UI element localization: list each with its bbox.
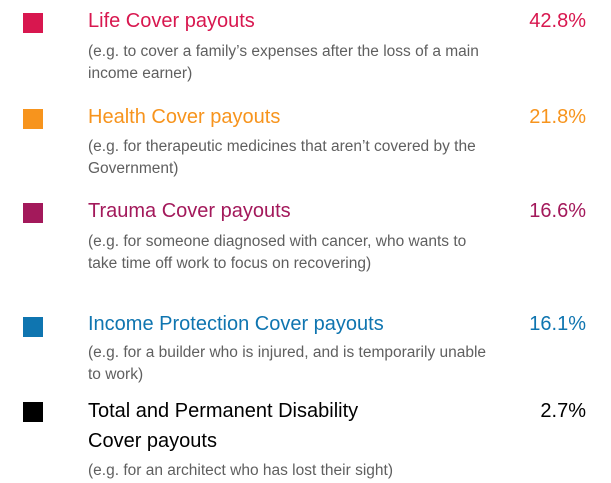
income-protection-cover-value: 16.1% bbox=[529, 313, 586, 335]
income-protection-cover-label: Income Protection Cover payouts bbox=[88, 313, 384, 335]
health-cover-value: 21.8% bbox=[529, 106, 586, 128]
trauma-cover-value: 16.6% bbox=[529, 200, 586, 222]
tpd-cover-description: (e.g. for an architect who has lost thei… bbox=[88, 462, 393, 479]
trauma-cover-swatch bbox=[23, 203, 43, 223]
trauma-cover-description: (e.g. for someone diagnosed with cancer,… bbox=[88, 233, 467, 272]
trauma-cover-label: Trauma Cover payouts bbox=[88, 200, 291, 222]
payout-legend: Life Cover payouts 42.8% (e.g. to cover … bbox=[0, 0, 611, 483]
tpd-cover-label-line-2: Cover payouts bbox=[88, 430, 217, 452]
life-cover-label: Life Cover payouts bbox=[88, 10, 255, 32]
tpd-cover-label-line-1: Total and Permanent Disability bbox=[88, 400, 359, 422]
health-cover-description: (e.g. for therapeutic medicines that are… bbox=[88, 138, 476, 177]
life-cover-description: (e.g. to cover a family’s expenses after… bbox=[88, 43, 479, 82]
health-cover-swatch bbox=[23, 109, 43, 129]
health-cover-label: Health Cover payouts bbox=[88, 106, 281, 128]
life-cover-swatch bbox=[23, 13, 43, 33]
income-protection-cover-description: (e.g. for a builder who is injured, and … bbox=[88, 344, 487, 383]
income-protection-cover-swatch bbox=[23, 317, 43, 337]
tpd-cover-value: 2.7% bbox=[540, 400, 586, 422]
life-cover-value: 42.8% bbox=[529, 10, 586, 32]
tpd-cover-swatch bbox=[23, 402, 43, 422]
